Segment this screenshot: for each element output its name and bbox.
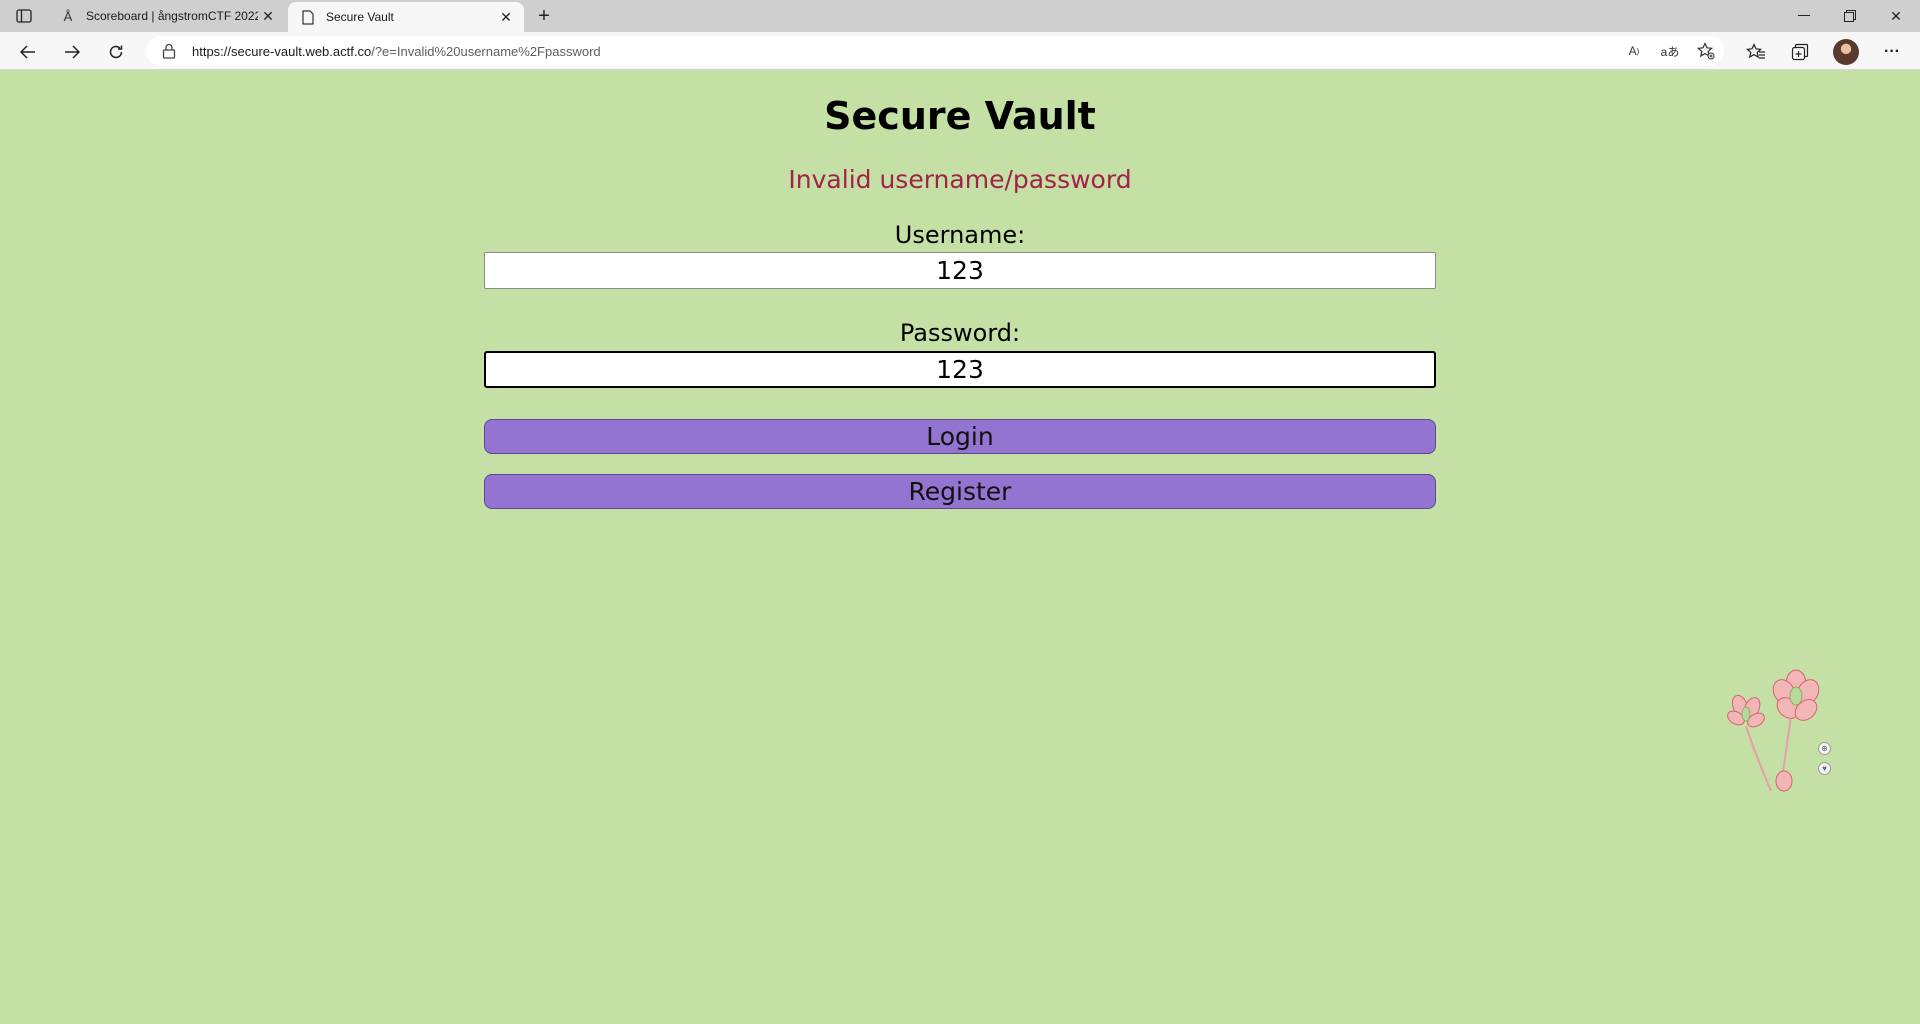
login-button[interactable]: Login: [484, 419, 1436, 454]
page-title: Secure Vault: [824, 94, 1096, 138]
reload-icon[interactable]: [102, 38, 130, 66]
browser-toolbar: https://secure-vault.web.actf.co/?e=Inva…: [0, 32, 1920, 70]
restore-icon[interactable]: [1827, 0, 1873, 32]
widget-shirt-icon[interactable]: ♥: [1818, 762, 1831, 775]
new-tab-button[interactable]: +: [532, 4, 556, 28]
username-label: Username:: [894, 221, 1026, 249]
favorites-icon[interactable]: [1744, 40, 1768, 64]
tab-title: Scoreboard | ångstromCTF 2022: [86, 9, 258, 23]
profile-avatar[interactable]: [1833, 39, 1859, 65]
password-input[interactable]: [484, 351, 1436, 388]
password-label: Password:: [899, 319, 1021, 347]
page-content: Secure Vault Invalid username/password U…: [0, 70, 1920, 1024]
window-close-icon[interactable]: ✕: [1873, 0, 1919, 32]
more-menu-icon[interactable]: ···: [1880, 40, 1904, 64]
minimize-icon[interactable]: [1781, 0, 1827, 32]
succulent-decoration-image: [1727, 669, 1820, 792]
collections-icon[interactable]: [1788, 40, 1812, 64]
page-icon: [300, 9, 316, 25]
translate-icon[interactable]: aあ: [1660, 41, 1680, 61]
username-input[interactable]: [484, 252, 1436, 289]
url-query: /?e=Invalid%20username%2Fpassword: [371, 44, 601, 59]
lock-icon[interactable]: [162, 43, 178, 59]
a-logo-icon: Å: [63, 8, 73, 24]
add-favorite-icon[interactable]: [1696, 41, 1716, 61]
close-icon[interactable]: ✕: [258, 6, 278, 26]
tab-strip: Å Scoreboard | ångstromCTF 2022 ✕ Secure…: [0, 0, 1920, 32]
address-bar[interactable]: https://secure-vault.web.actf.co/?e=Inva…: [146, 36, 1724, 66]
tab-scoreboard[interactable]: Å Scoreboard | ångstromCTF 2022 ✕: [48, 0, 286, 32]
url-host: https://secure-vault.web.actf.co: [192, 44, 372, 59]
register-button[interactable]: Register: [484, 474, 1436, 509]
tab-title: Secure Vault: [326, 10, 394, 24]
error-message: Invalid username/password: [788, 165, 1132, 194]
tab-secure-vault[interactable]: Secure Vault ✕: [288, 2, 524, 32]
url-text[interactable]: https://secure-vault.web.actf.co/?e=Inva…: [192, 44, 601, 59]
tab-actions-icon[interactable]: [12, 6, 36, 26]
close-icon[interactable]: ✕: [496, 7, 516, 27]
back-icon[interactable]: [14, 38, 42, 66]
forward-icon[interactable]: [58, 38, 86, 66]
widget-settings-icon[interactable]: ⊕: [1818, 742, 1831, 755]
read-aloud-icon[interactable]: A): [1624, 41, 1644, 61]
